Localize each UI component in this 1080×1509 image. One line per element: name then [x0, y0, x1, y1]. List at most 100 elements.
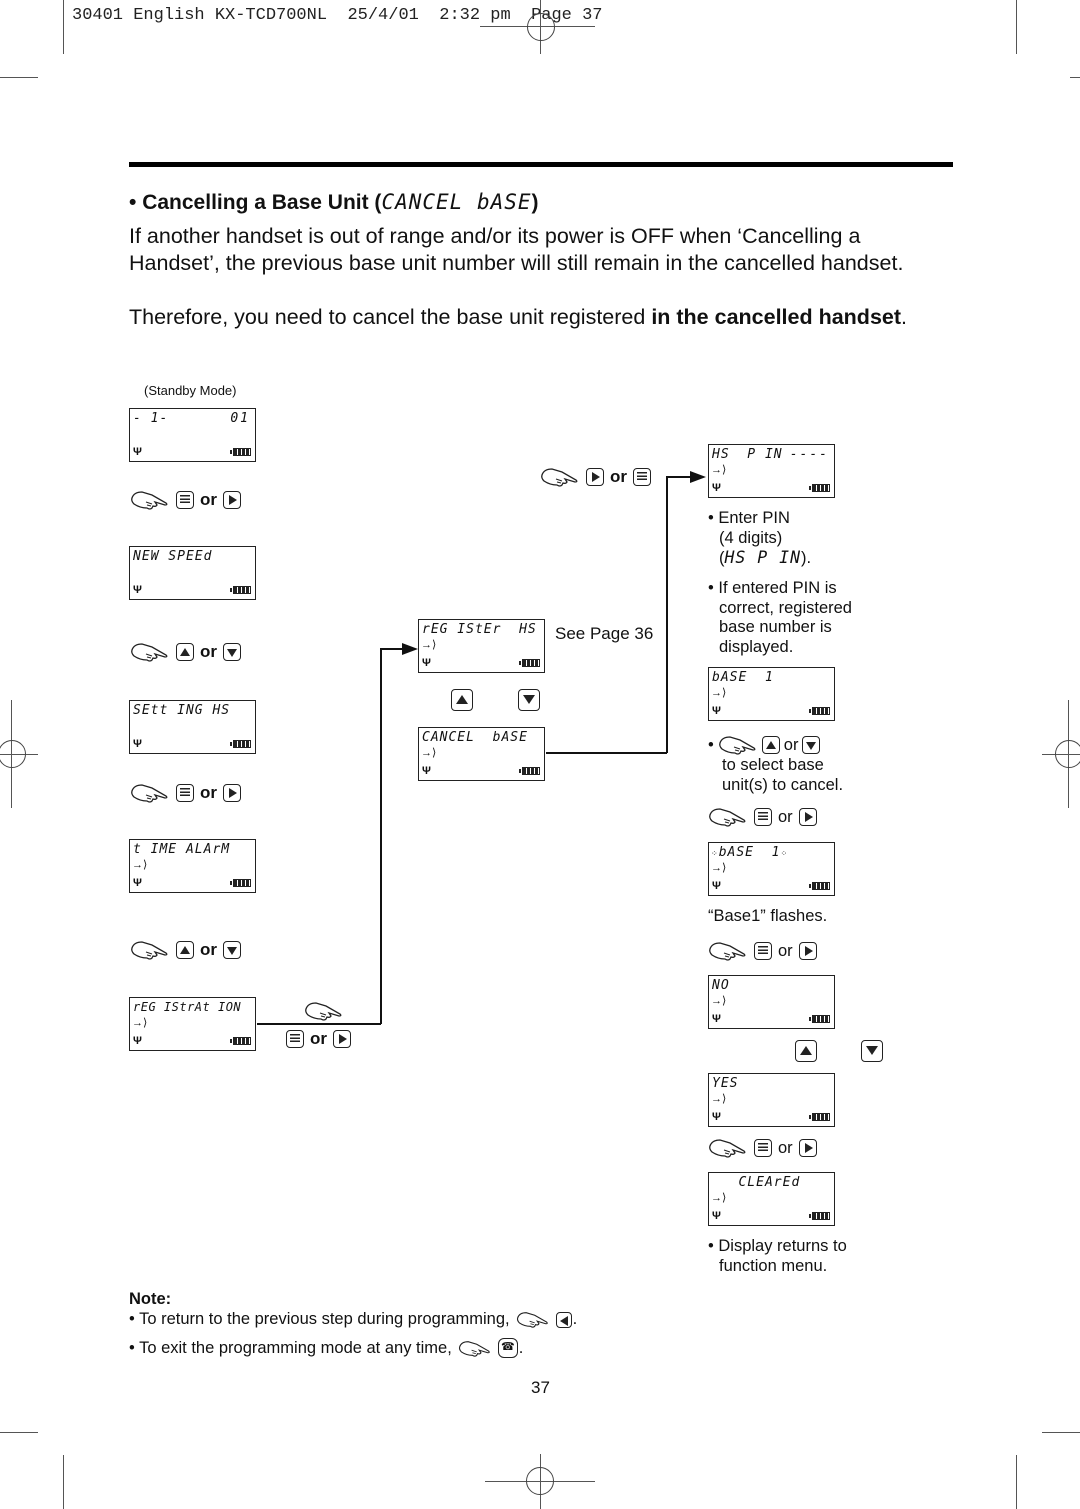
lcd-text: HS P IN	[712, 447, 783, 462]
right-key-icon	[798, 808, 817, 826]
flow-arrowhead	[690, 471, 706, 483]
battery-icon	[809, 882, 830, 890]
or-label: or	[310, 1029, 327, 1048]
enter-arrow-icon: →⟩	[711, 995, 727, 1007]
lcd-display-setting-hs: SEtt ING HS Ψ	[129, 700, 256, 754]
note-text: • To return to the previous step during …	[129, 1310, 510, 1328]
or-label: or	[200, 642, 217, 661]
enter-arrow-icon: →⟩	[421, 639, 437, 651]
registration-mark	[526, 1467, 554, 1495]
crop-mark	[63, 0, 64, 54]
step-press-up-or-down: or	[130, 641, 241, 663]
battery-icon	[519, 767, 540, 775]
right-key-icon	[223, 784, 241, 802]
down-key-icon	[518, 689, 541, 711]
lcd-display-base-1-flashing: ⁘bASE 1⁘ →⟩ Ψ	[708, 842, 835, 896]
right-key-icon	[333, 1030, 351, 1048]
battery-icon	[809, 707, 830, 715]
down-key-icon	[223, 643, 241, 661]
battery-icon	[230, 448, 251, 456]
lcd-text: CLEArEd	[712, 1175, 801, 1190]
menu-key-icon	[754, 808, 772, 826]
lcd-display-base-1: bASE 1 →⟩ Ψ	[708, 667, 835, 721]
lcd-text: rEG IStrAt ION	[133, 1000, 242, 1014]
note-item-exit: • To exit the programming mode at any ti…	[129, 1338, 523, 1358]
menu-key-icon	[176, 491, 194, 509]
flow-line	[380, 648, 382, 1024]
crop-mark	[1070, 77, 1080, 78]
note-line: unit(s) to cancel.	[722, 775, 844, 794]
hand-press-icon	[708, 1137, 748, 1159]
note-item-return: • To return to the previous step during …	[129, 1310, 577, 1329]
step-press-menu-or-right: or	[708, 940, 817, 962]
note-line: to select base	[722, 756, 824, 774]
battery-icon	[230, 586, 251, 594]
or-label: or	[200, 490, 217, 509]
flow-line	[666, 476, 668, 753]
lcd-text: rEG IStEr HS	[422, 622, 537, 637]
note-title: Note:	[129, 1290, 172, 1308]
flow-line	[666, 476, 692, 478]
antenna-icon: Ψ	[712, 880, 721, 892]
down-key-icon	[802, 736, 821, 754]
standby-label: (Standby Mode)	[144, 383, 237, 398]
crop-mark	[63, 1455, 64, 1509]
pin-correct-note: • If entered PIN is correct, registered …	[708, 579, 852, 657]
note-line: base number is	[719, 618, 832, 636]
right-key-icon	[223, 491, 241, 509]
battery-icon	[230, 1037, 251, 1045]
enter-pin-lcd-ref: (HS P IN).	[708, 548, 811, 569]
menu-key-icon	[754, 1139, 772, 1157]
or-label: or	[783, 735, 799, 754]
lcd-display-cleared: CLEArEd →⟩ Ψ	[708, 1172, 835, 1226]
note-line: correct, registered	[719, 598, 852, 617]
antenna-icon: Ψ	[422, 657, 431, 669]
hand-press-icon	[130, 939, 170, 961]
hand-press-icon	[718, 734, 758, 756]
antenna-icon: Ψ	[712, 482, 721, 494]
step-press-up-or-down: or	[130, 939, 241, 961]
enter-pin-text: • Enter PIN	[708, 509, 790, 527]
lcd-display-no: NO →⟩ Ψ	[708, 975, 835, 1029]
menu-key-icon	[176, 784, 194, 802]
battery-icon	[519, 659, 540, 667]
note-line: function menu.	[719, 1256, 828, 1275]
flash-mark-icon: ⁘	[780, 849, 789, 858]
intro-end: .	[901, 305, 908, 329]
flow-line	[257, 1023, 381, 1025]
crop-mark	[0, 1432, 38, 1433]
right-key-icon	[586, 468, 604, 486]
title-lcd-text: CANCEL bASE	[381, 190, 532, 214]
or-label: or	[778, 1138, 793, 1157]
hand-press-icon	[540, 466, 580, 488]
antenna-icon: Ψ	[133, 738, 142, 750]
or-label: or	[778, 807, 793, 826]
battery-icon	[809, 484, 830, 492]
off-hook-key-icon: ☎	[497, 1338, 518, 1358]
enter-arrow-icon: →⟩	[711, 1192, 727, 1204]
bullet: •	[708, 735, 714, 754]
registration-mark	[0, 740, 26, 768]
enter-pin-note: • Enter PIN (4 digits) (HS P IN).	[708, 509, 811, 569]
up-key-icon	[176, 643, 194, 661]
lcd-text-right: 01	[230, 411, 250, 426]
lcd-display-time-alarm: t IME ALArM →⟩ Ψ	[129, 839, 256, 893]
antenna-icon: Ψ	[712, 1111, 721, 1123]
see-page-reference: See Page 36	[555, 624, 654, 643]
flow-line	[380, 648, 404, 650]
returns-note: • Display returns to function menu.	[708, 1237, 847, 1276]
hand-press-icon	[458, 1339, 492, 1358]
up-key-icon	[176, 941, 194, 959]
lcd-display-register-hs: rEG IStEr HS →⟩ Ψ	[418, 619, 545, 673]
lcd-display-new-speed: NEW SPEEd Ψ	[129, 546, 256, 600]
page-number: 37	[531, 1378, 550, 1397]
or-label: or	[610, 467, 627, 486]
flow-line	[546, 752, 667, 754]
intro-paragraph: If another handset is out of range and/o…	[129, 224, 904, 275]
down-key-icon	[223, 941, 241, 959]
battery-icon	[809, 1015, 830, 1023]
lcd-display-registration: rEG IStrAt ION →⟩ Ψ	[129, 997, 256, 1051]
antenna-icon: Ψ	[133, 1035, 142, 1047]
note-text: • To exit the programming mode at any ti…	[129, 1338, 452, 1357]
lcd-display-yes: YES →⟩ Ψ	[708, 1073, 835, 1127]
